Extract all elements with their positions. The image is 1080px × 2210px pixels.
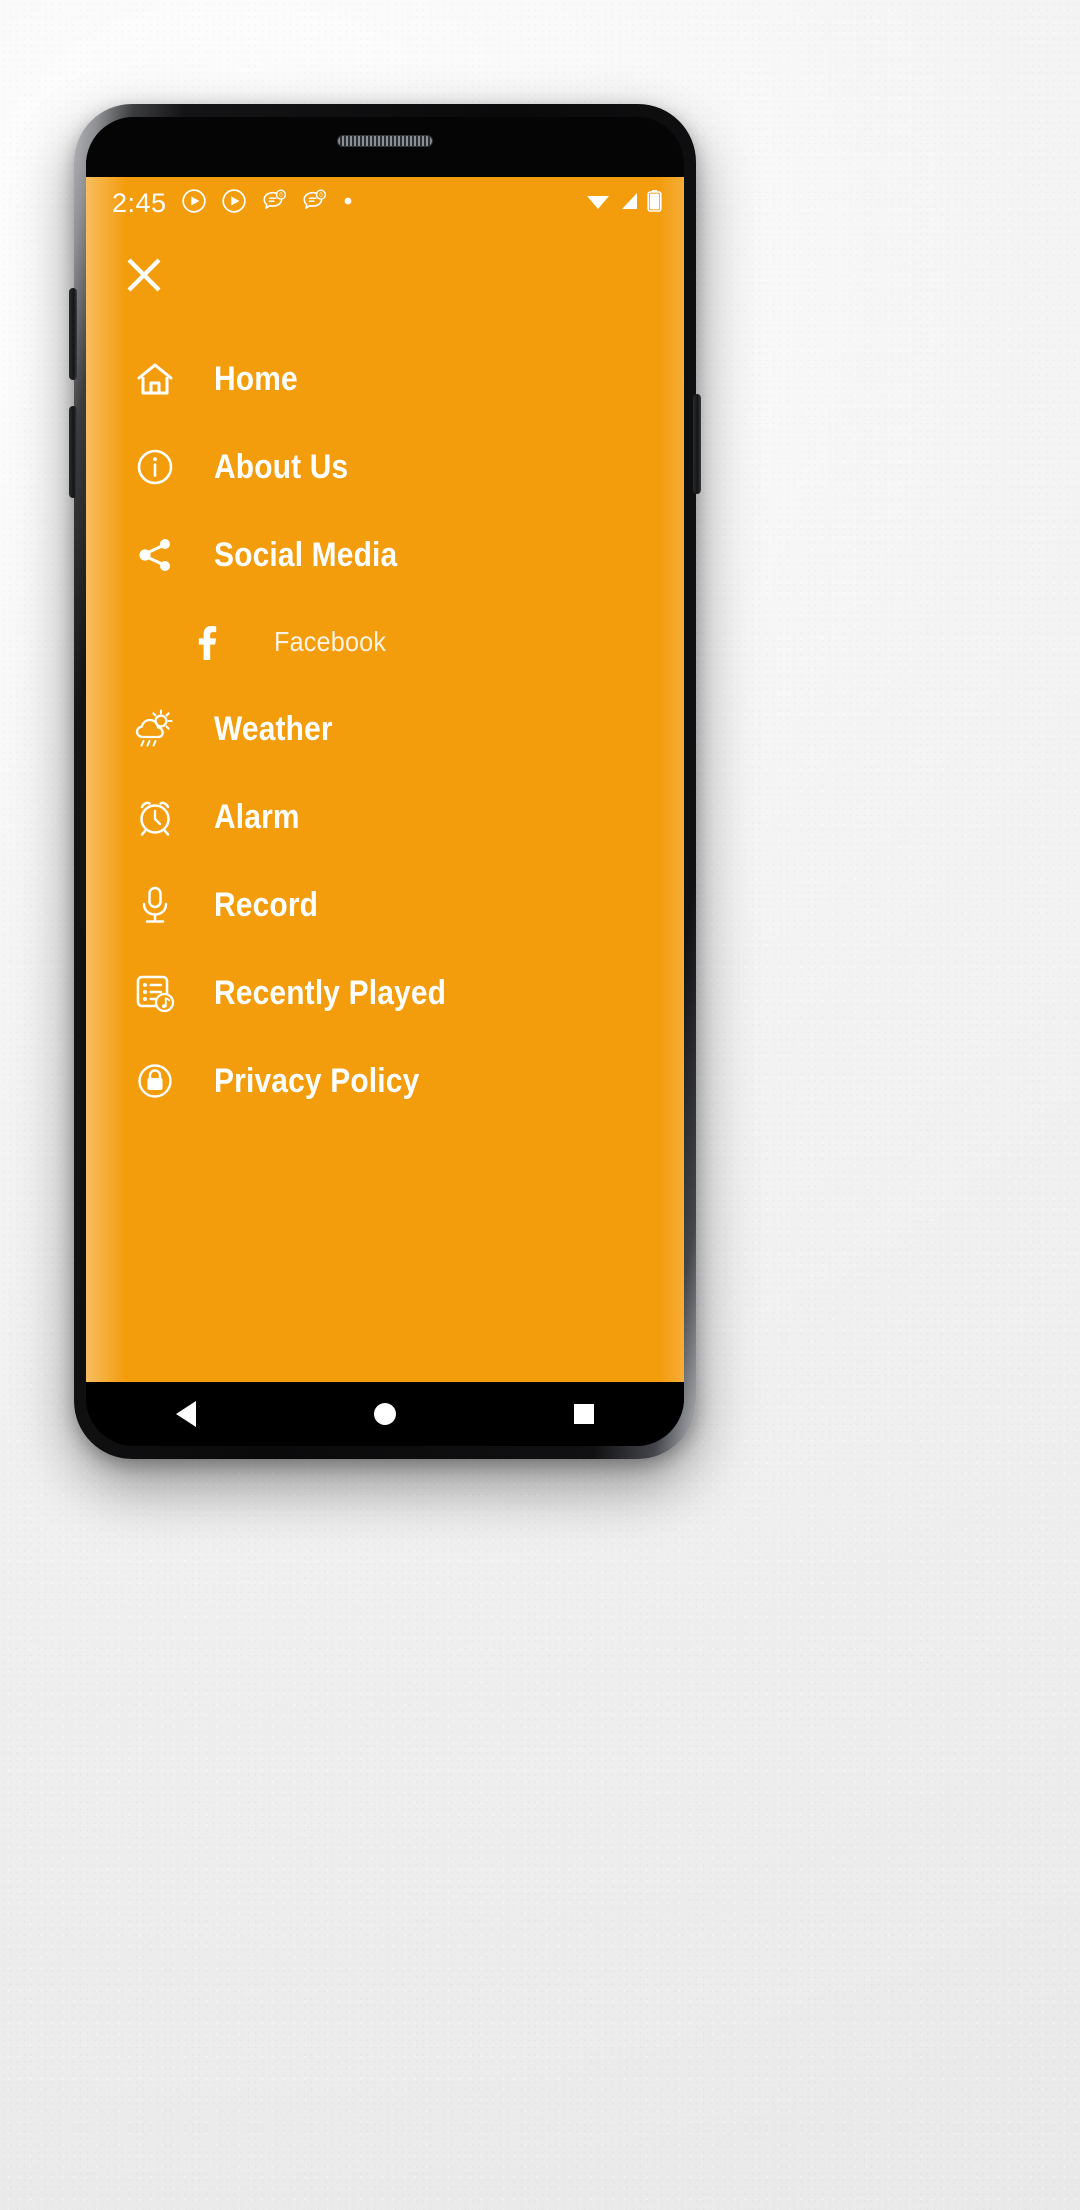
play-circle-icon	[221, 188, 247, 219]
menu-item-label: Social Media	[214, 535, 398, 574]
home-button[interactable]	[325, 1382, 445, 1446]
status-bar: 2:45 0 0	[86, 177, 684, 229]
top-bezel	[86, 117, 684, 177]
facebook-icon	[176, 620, 238, 664]
power-button[interactable]	[693, 394, 701, 494]
back-button[interactable]	[126, 1382, 246, 1446]
phone-screen: 2:45 0 0 Home About Us Social Media Face…	[86, 117, 684, 1446]
play-circle-icon	[181, 188, 207, 219]
message-badge-icon: 0	[261, 188, 287, 219]
menu-item-label: About Us	[214, 447, 349, 486]
status-bar-left: 2:45 0 0	[112, 188, 585, 219]
lock-icon	[124, 1059, 186, 1103]
system-navigation-bar	[86, 1382, 684, 1446]
home-icon	[124, 357, 186, 401]
menu-item-privacy-policy[interactable]: Privacy Policy	[86, 1037, 684, 1125]
message-badge-icon: 0	[301, 188, 327, 219]
volume-down-button[interactable]	[69, 406, 77, 498]
dot-icon	[341, 194, 355, 213]
menu-item-about-us[interactable]: About Us	[86, 423, 684, 511]
phone-device: 2:45 0 0 Home About Us Social Media Face…	[69, 104, 701, 1459]
app-viewport: 2:45 0 0 Home About Us Social Media Face…	[86, 177, 684, 1382]
menu-item-weather[interactable]: Weather	[86, 685, 684, 773]
recents-square-icon	[574, 1404, 595, 1424]
menu-item-facebook[interactable]: Facebook	[86, 599, 684, 685]
menu-item-label: Record	[214, 885, 319, 924]
menu-item-social-media[interactable]: Social Media	[86, 511, 684, 599]
menu-item-recently-played[interactable]: Recently Played	[86, 949, 684, 1037]
menu-item-alarm[interactable]: Alarm	[86, 773, 684, 861]
menu-item-label: Facebook	[274, 626, 387, 657]
menu-item-home[interactable]: Home	[86, 335, 684, 423]
back-triangle-icon	[175, 1401, 196, 1427]
menu-item-label: Recently Played	[214, 973, 447, 1012]
scene-background: 2:45 0 0 Home About Us Social Media Face…	[0, 0, 1080, 2210]
home-circle-icon	[373, 1403, 396, 1425]
drawer-header	[86, 229, 684, 325]
status-bar-right	[585, 189, 662, 218]
earpiece-speaker	[337, 135, 433, 147]
menu-item-label: Privacy Policy	[214, 1061, 420, 1100]
share-icon	[124, 533, 186, 577]
close-icon[interactable]	[120, 251, 168, 304]
volume-up-button[interactable]	[69, 288, 77, 380]
menu-item-label: Home	[214, 359, 298, 398]
navigation-drawer-menu: Home About Us Social Media Facebook Weat…	[86, 325, 684, 1125]
weather-icon	[124, 705, 186, 753]
playlist-icon	[124, 970, 186, 1016]
battery-icon	[647, 189, 662, 218]
status-clock: 2:45	[112, 187, 167, 218]
microphone-icon	[124, 883, 186, 927]
signal-icon	[618, 190, 640, 217]
recents-button[interactable]	[524, 1382, 644, 1446]
menu-item-label: Weather	[214, 709, 333, 748]
alarm-icon	[124, 795, 186, 839]
wifi-icon	[585, 190, 611, 217]
info-icon	[124, 445, 186, 489]
menu-item-record[interactable]: Record	[86, 861, 684, 949]
menu-item-label: Alarm	[214, 797, 300, 836]
